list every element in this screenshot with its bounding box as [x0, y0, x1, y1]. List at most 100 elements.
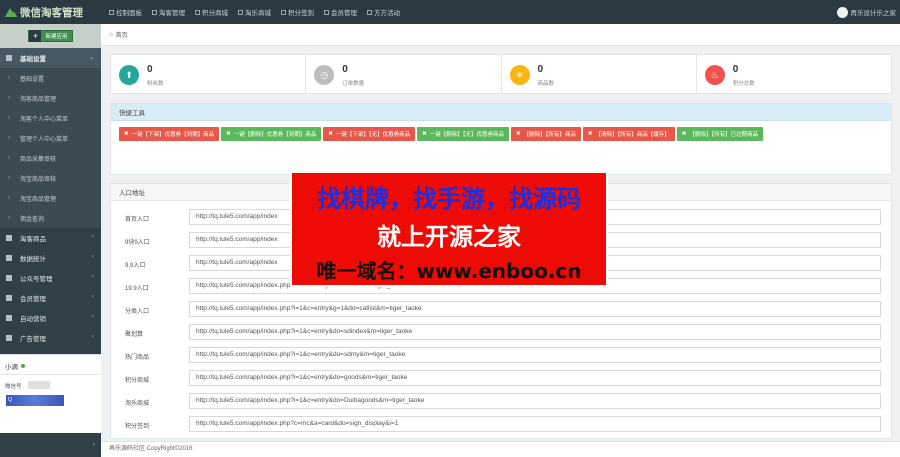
quick-action-button[interactable]: ✖ 【清除】【所有】商品【缓存】 [582, 127, 675, 141]
topnav-label: 控制面板 [116, 10, 142, 17]
chevron-right-icon: › [8, 75, 10, 81]
sidebar-item[interactable]: › 淘宝商品管理 [0, 188, 101, 208]
close-icon: ✖ [124, 131, 129, 137]
menu-icon [6, 335, 12, 341]
entry-label: 9.9入口 [125, 263, 146, 269]
quick-action-button[interactable]: ✖ 一键【删除】优惠券【到期】商品 [221, 127, 322, 141]
sidebar-footer: ‹ [0, 433, 101, 457]
chevron-left-icon: ‹ [92, 314, 94, 320]
sidebar-group-label: 公众号管理 [20, 276, 53, 283]
gift-icon: ♨ [704, 65, 725, 85]
sidebar-item[interactable]: › 淘客商品管理 [0, 88, 101, 108]
entry-label: 积分签到 [125, 424, 150, 430]
topnav-item[interactable]: 积分签到 [276, 0, 319, 24]
quick-tools-buttons: ✖ 一键【下架】优惠券【到期】商品 ✖ 一键【删除】优惠券【到期】商品 ✖ 一键【下架】【… [111, 121, 891, 147]
chevron-down-icon: ⌄ [88, 55, 94, 61]
brand[interactable]: 微信淘客管理 [0, 0, 101, 24]
ad-line-3: 唯一域名：www.enboo.cn [316, 259, 582, 283]
stat-label: 积分总数 [732, 81, 755, 87]
ad-line-1: 找棋牌，找手游，找源码 [317, 185, 581, 213]
entry-label: 9块9入口 [125, 240, 150, 246]
topnav-item[interactable]: 控制面板 [104, 0, 147, 24]
chevron-left-icon: ‹ [92, 234, 94, 240]
quick-tools-title: 快捷工具 [111, 104, 891, 121]
topnav-item[interactable]: 方方活动 [362, 0, 405, 24]
dashboard-icon [109, 9, 114, 15]
close-icon: ✖ [328, 131, 333, 137]
chevron-right-icon: › [8, 195, 10, 201]
sidebar-group[interactable]: 数据统计 ‹ [0, 248, 101, 268]
stat-card: ⬆ 0 粉丝数 [111, 55, 307, 93]
sidebar-item[interactable]: › 淘宝商品审核 [0, 168, 101, 188]
entry-url-field[interactable]: http://tq.tule5.com/app/index.php?i=1&c=… [189, 393, 881, 409]
quick-action-label: 【删除】【所有】已过期商品 [689, 132, 759, 138]
sun-icon: ☀ [509, 65, 530, 85]
user-menu[interactable]: 再乐设计乐之家 [836, 0, 900, 24]
quick-action-button[interactable]: ✖ 一键【下架】【无】优惠券商品 [323, 127, 416, 141]
topnav-item[interactable]: 淘乐商城 [233, 0, 276, 24]
topnav-item[interactable]: 会员管理 [319, 0, 362, 24]
topnav-item[interactable]: 积分商城 [190, 0, 233, 24]
grid-icon [281, 9, 286, 15]
entry-url-field[interactable]: http://tq.tule5.com/app/index.php?i=1&c=… [189, 370, 881, 386]
sidebar-item-label: 淘客商品管理 [20, 96, 57, 103]
new-app-button[interactable]: + 新建应用 [28, 30, 73, 42]
entry-row: 积分商城 http://tq.tule5.com/app/index.php?i=… [111, 368, 891, 391]
sidebar-group-label: 基础设置 [20, 56, 46, 63]
collapse-icon[interactable]: ‹ [93, 442, 95, 448]
stat-label: 商品数 [537, 81, 555, 87]
quick-tools-panel: 快捷工具 ✖ 一键【下架】优惠券【到期】商品 ✖ 一键【删除】优惠券【到期】商品 ✖ 一键… [110, 103, 892, 175]
top-nav: 控制面板 淘客管理 积分商城 淘乐商城 积分签到 会员管理 方方活动 [104, 0, 405, 24]
close-icon: ✖ [516, 131, 521, 137]
breadcrumb-home[interactable]: 首页 [116, 30, 128, 39]
quick-action-button[interactable]: ✖ 一键【下架】优惠券【到期】商品 [119, 127, 220, 141]
sidebar-item-label: 佣金查询 [20, 216, 45, 223]
entry-label: 淘乐商城 [125, 401, 150, 407]
topnav-label: 方方活动 [374, 10, 400, 17]
quick-action-button[interactable]: ✖ 一键【删除】【无】优惠券商品 [417, 127, 509, 141]
sidebar-item[interactable]: › 佣金查询 [0, 208, 101, 228]
quick-action-button[interactable]: ✖ 【删除】【所有】已过期商品 [676, 127, 764, 141]
plus-icon: + [29, 30, 42, 42]
sidebar-group[interactable]: 公众号管理 ‹ [0, 268, 101, 288]
sidebar-item[interactable]: › 基础设置 [0, 68, 101, 88]
quick-action-button[interactable]: ✖ 【删除】【所有】商品 [511, 127, 581, 141]
ad-line-2: 就上开源之家 [377, 223, 521, 251]
grid-icon [238, 9, 243, 15]
entry-row: 分类入口 http://tq.tule5.com/app/index.php?i=… [111, 299, 891, 322]
sidebar-item-label: 淘宝商品审核 [20, 176, 57, 183]
entry-url-field[interactable]: http://tq.tule5.com/app/index.php?i=1&c=… [189, 301, 881, 317]
quick-action-label: 一键【删除】【无】优惠券商品 [429, 132, 504, 138]
chevron-left-icon: ‹ [92, 334, 94, 340]
entry-url-field[interactable]: http://tq.tule5.com/app/index.php?c=mc&a… [189, 416, 881, 432]
close-icon: ✖ [587, 131, 593, 137]
user-name: 再乐设计乐之家 [850, 10, 897, 17]
online-dot-icon [21, 364, 25, 368]
wechat-label: 微信号 [5, 384, 22, 390]
sidebar-item[interactable]: › 淘客个人中心菜单 [0, 108, 101, 128]
stat-label: 订单数量 [342, 81, 365, 87]
sidebar-group[interactable]: 基础设置 ⌄ [0, 48, 101, 68]
entry-url-field[interactable]: http://tq.tule5.com/app/index.php?i=1&c=… [189, 324, 881, 340]
chevron-right-icon: › [8, 155, 10, 161]
clock-icon: ◷ [314, 65, 335, 85]
sidebar-item-label: 管理个人中心菜单 [20, 136, 69, 143]
sidebar-item[interactable]: › 商品采集审核 [0, 148, 101, 168]
sidebar-group[interactable]: 淘客商品 ‹ [0, 228, 101, 248]
chevron-right-icon: › [8, 135, 10, 141]
profile-name: 小滴 [5, 361, 25, 371]
sidebar-item[interactable]: › 管理个人中心菜单 [0, 128, 101, 148]
new-app-label: 新建应用 [45, 34, 68, 40]
entry-url-field[interactable]: http://tq.tule5.com/app/index.php?i=1&c=… [189, 347, 881, 363]
wechat-input[interactable]: Q [6, 395, 64, 406]
sidebar-group[interactable]: 广告管理 ‹ [0, 328, 101, 348]
chevron-right-icon: › [8, 215, 10, 221]
top-bar: 微信淘客管理 控制面板 淘客管理 积分商城 淘乐商城 积分签到 会员管理 方方活动 再乐设计… [0, 0, 900, 24]
topnav-item[interactable]: 淘客管理 [147, 0, 190, 24]
sidebar-group[interactable]: 自动营销 ‹ [0, 308, 101, 328]
sidebar-group[interactable]: 会员管理 ‹ [0, 288, 101, 308]
entry-label: 热门商品 [125, 355, 150, 361]
chevron-left-icon: ‹ [92, 294, 94, 300]
ad-overlay[interactable]: 找棋牌，找手游，找源码 就上开源之家 唯一域名：www.enboo.cn [290, 171, 608, 287]
close-icon: ✖ [681, 131, 687, 137]
